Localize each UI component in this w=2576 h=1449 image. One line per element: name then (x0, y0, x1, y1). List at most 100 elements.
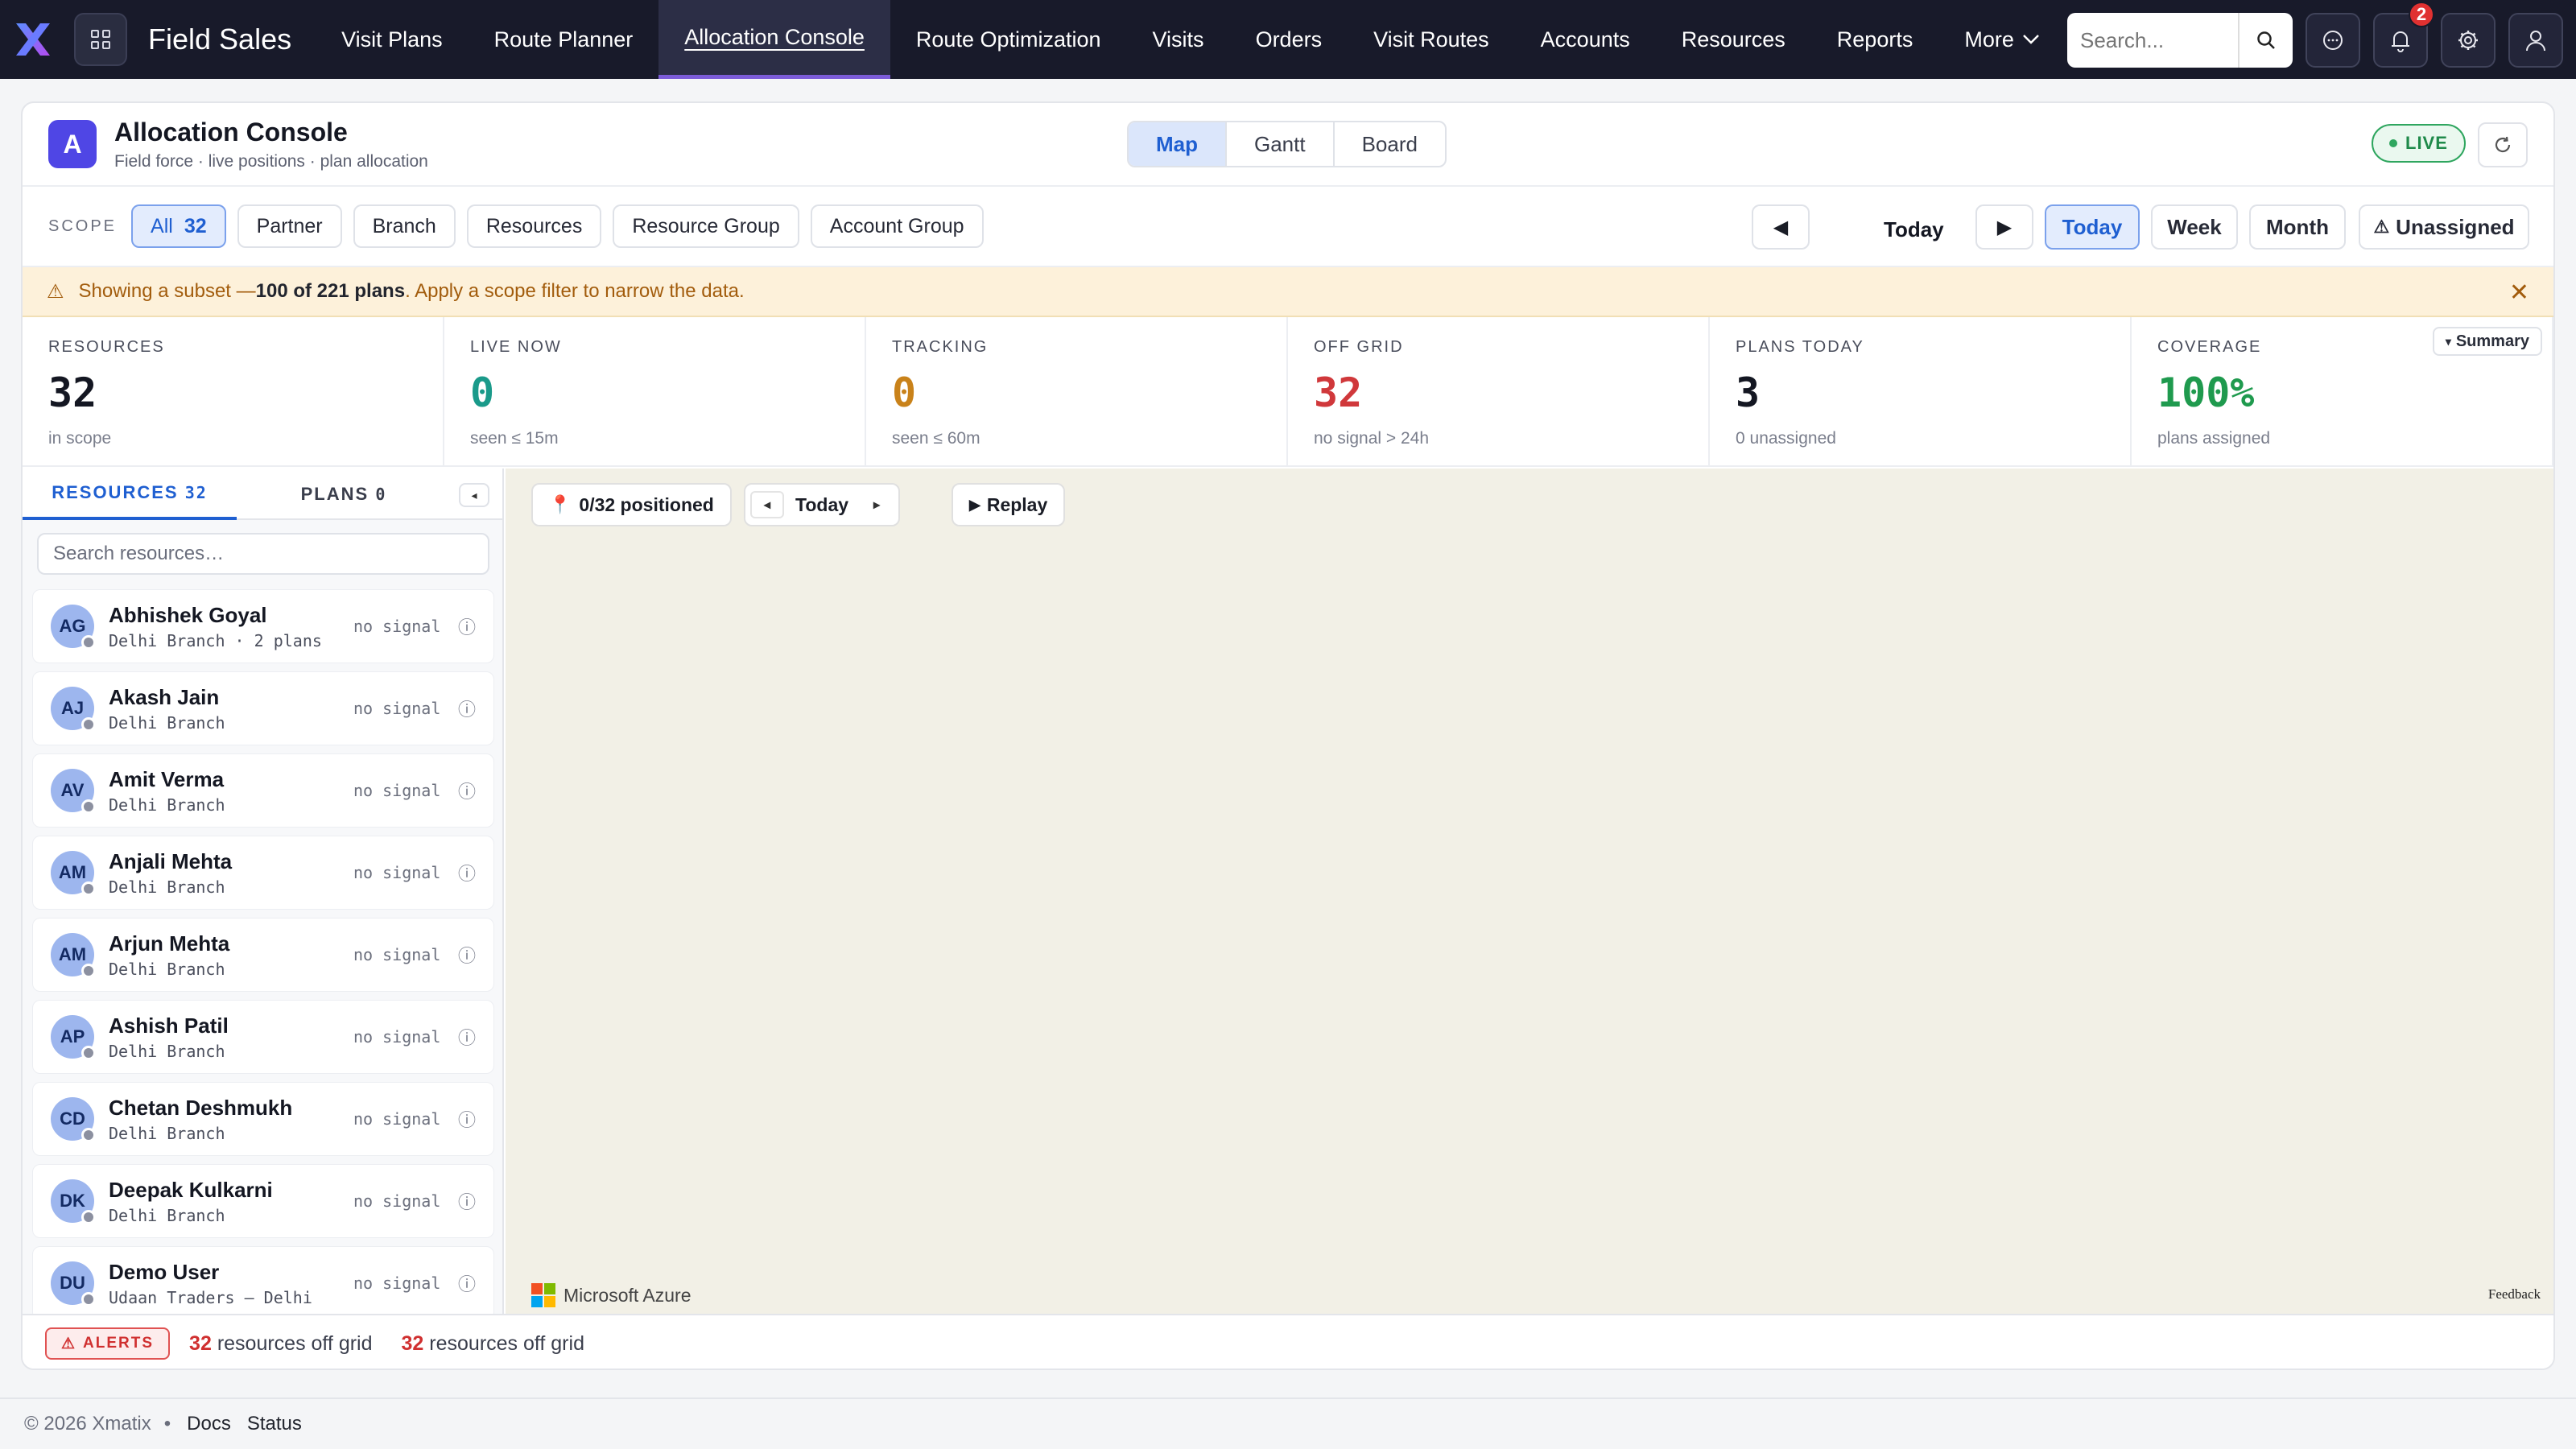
resource-branch: Delhi Branch · 2 plans (109, 630, 322, 650)
view-board-tab[interactable]: Board (1335, 122, 1445, 166)
map-day-prev-button[interactable]: ◂ (750, 491, 784, 518)
summary-toggle-button[interactable]: ▾ Summary (2432, 327, 2542, 356)
avatar-initials: AP (60, 1026, 85, 1046)
resource-branch: Delhi Branch (109, 877, 225, 897)
scope-resources-chip[interactable]: Resources (466, 204, 602, 248)
nav-visit-routes[interactable]: Visit Routes (1348, 0, 1515, 79)
chat-icon (2323, 31, 2343, 50)
avatar: DK (51, 1179, 96, 1224)
info-icon[interactable]: ⓘ (458, 860, 476, 886)
left-panel-tabs: RESOURCES 32 PLANS 0 ◂ (23, 469, 502, 520)
warning-icon: ⚠ (47, 280, 64, 303)
alerts-badge[interactable]: ⚠ ALERTS (45, 1327, 171, 1360)
nav-accounts[interactable]: Accounts (1515, 0, 1656, 79)
info-icon[interactable]: ⓘ (458, 696, 476, 721)
view-gantt-tab[interactable]: Gantt (1227, 122, 1335, 166)
resource-item[interactable]: AP Ashish Patil Delhi Branch no signal ⓘ (32, 1000, 494, 1074)
footer-status-link[interactable]: Status (247, 1413, 302, 1435)
alert-message[interactable]: 32 resources off grid (402, 1332, 584, 1356)
stat-sub: seen ≤ 15m (470, 429, 559, 448)
info-icon[interactable]: ⓘ (458, 1106, 476, 1132)
notifications-button[interactable]: 2 (2373, 2, 2434, 68)
resource-name: Abhishek Goyal (109, 602, 267, 627)
user-menu-button[interactable] (2508, 13, 2563, 68)
stat-label: PLANS TODAY (1736, 338, 1864, 356)
nav-visits[interactable]: Visits (1127, 0, 1230, 79)
chat-button[interactable] (2306, 13, 2360, 68)
date-next-button[interactable]: ▶ (1975, 204, 2033, 250)
live-dot-icon (2389, 139, 2397, 147)
summary-label: Summary (2455, 332, 2529, 350)
signal-status: no signal (353, 699, 441, 718)
settings-button[interactable] (2441, 13, 2496, 68)
info-icon[interactable]: ⓘ (458, 1270, 476, 1296)
alert-message[interactable]: 32 resources off grid (189, 1332, 372, 1356)
resource-item[interactable]: CD Chetan Deshmukh Delhi Branch no signal… (32, 1082, 494, 1156)
refresh-button[interactable] (2478, 122, 2528, 167)
map-feedback-link[interactable]: Feedback (2488, 1286, 2541, 1302)
scope-branch-chip[interactable]: Branch (353, 204, 456, 248)
range-today-button[interactable]: Today (2045, 204, 2140, 250)
close-icon[interactable]: ✕ (2509, 279, 2529, 307)
scope-resource-group-chip[interactable]: Resource Group (613, 204, 799, 248)
nav-resources[interactable]: Resources (1656, 0, 1811, 79)
nav-visit-plans[interactable]: Visit Plans (316, 0, 469, 79)
scope-all-count: 32 (184, 214, 207, 237)
avatar: AP (51, 1015, 96, 1060)
map-canvas[interactable]: 📍 0/32 positioned ◂ Today ▸ ▶ Replay Mic… (506, 469, 2553, 1314)
info-icon[interactable]: ⓘ (458, 613, 476, 639)
info-icon[interactable]: ⓘ (458, 778, 476, 803)
footer-docs-link[interactable]: Docs (187, 1413, 231, 1435)
avatar-initials: CD (60, 1108, 85, 1129)
resource-item[interactable]: DU Demo User Udaan Traders — Delhi no sig… (32, 1246, 494, 1314)
scope-partner-chip[interactable]: Partner (237, 204, 342, 248)
nav-allocation-console[interactable]: Allocation Console (658, 0, 890, 79)
range-week-button[interactable]: Week (2151, 204, 2238, 250)
scope-account-group-chip[interactable]: Account Group (810, 204, 984, 248)
status-dot-icon (81, 799, 96, 814)
global-search-input[interactable] (2080, 14, 2249, 66)
resource-item[interactable]: DK Deepak Kulkarni Delhi Branch no signal… (32, 1164, 494, 1238)
stat-plans-today: PLANS TODAY 3 0 unassigned (1710, 317, 2132, 465)
tab-resources[interactable]: RESOURCES 32 (23, 469, 237, 520)
nav-orders[interactable]: Orders (1230, 0, 1348, 79)
page-header: A Allocation Console Field force · live … (23, 103, 2553, 187)
resource-item[interactable]: AG Abhishek Goyal Delhi Branch · 2 plans … (32, 589, 494, 663)
xmatix-logo[interactable] (11, 18, 55, 61)
nav-route-optimization[interactable]: Route Optimization (890, 0, 1127, 79)
replay-button[interactable]: ▶ Replay (952, 483, 1066, 526)
collapse-panel-button[interactable]: ◂ (459, 483, 489, 507)
info-icon[interactable]: ⓘ (458, 1188, 476, 1214)
app-name: Field Sales (148, 23, 292, 56)
search-button[interactable] (2238, 13, 2293, 68)
info-icon[interactable]: ⓘ (458, 942, 476, 968)
app-launcher-button[interactable] (74, 13, 127, 66)
avatar-initials: AM (58, 944, 87, 964)
positioned-count-button[interactable]: 📍 0/32 positioned (531, 483, 732, 526)
scope-all-chip[interactable]: All 32 (131, 204, 226, 248)
resource-item[interactable]: AJ Akash Jain Delhi Branch no signal ⓘ (32, 671, 494, 745)
stat-sub: in scope (48, 429, 112, 448)
map-day-navigator: ◂ Today ▸ (744, 483, 901, 526)
tab-plans[interactable]: PLANS 0 (237, 469, 451, 520)
nav-reports[interactable]: Reports (1811, 0, 1939, 79)
replay-label: Replay (986, 493, 1048, 515)
nav-more-menu[interactable]: More (1938, 0, 2066, 79)
resource-item[interactable]: AV Amit Verma Delhi Branch no signal ⓘ (32, 753, 494, 828)
date-prev-button[interactable]: ◀ (1752, 204, 1810, 250)
tab-resources-label: RESOURCES (52, 482, 179, 502)
warning-bold: 100 of 221 plans (255, 280, 406, 302)
view-map-tab[interactable]: Map (1129, 122, 1227, 166)
nav-route-planner[interactable]: Route Planner (469, 0, 659, 79)
range-month-button[interactable]: Month (2249, 204, 2346, 250)
stat-value: 32 (48, 369, 97, 416)
nav-more-label: More (1964, 27, 2014, 52)
unassigned-label: Unassigned (2396, 214, 2515, 239)
info-icon[interactable]: ⓘ (458, 1024, 476, 1050)
unassigned-button[interactable]: ⚠ Unassigned (2359, 204, 2529, 250)
resource-item[interactable]: AM Arjun Mehta Delhi Branch no signal ⓘ (32, 918, 494, 992)
resource-item[interactable]: AM Anjali Mehta Delhi Branch no signal ⓘ (32, 836, 494, 910)
map-day-next-button[interactable]: ▸ (860, 491, 894, 518)
page-subtitle: Field force · live positions · plan allo… (114, 151, 428, 171)
resource-search-input[interactable]: Search resources… (37, 533, 489, 575)
